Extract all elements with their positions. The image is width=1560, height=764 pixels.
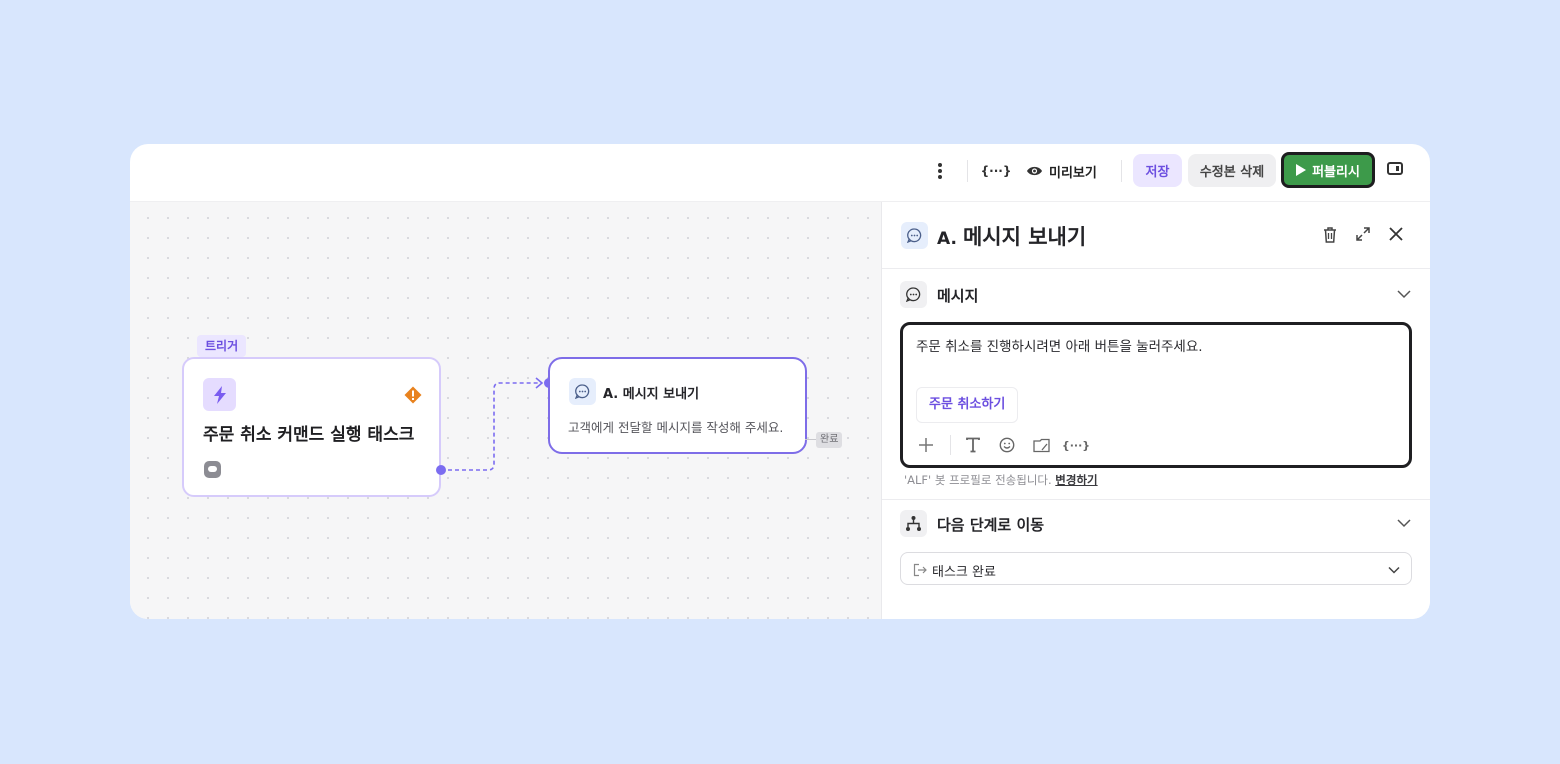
toolbar-divider [967,160,968,182]
message-text[interactable]: 주문 취소를 진행하시려면 아래 버튼을 눌러주세요. [916,335,1203,355]
message-icon [900,281,927,308]
editor-toolbar: {···} [916,435,1101,455]
workflow-editor-window: {···} 미리보기 저장 수정본 삭제 퍼블리시 트리거 주문 취소 커맨드 … [130,144,1430,619]
message-section-header[interactable]: 메시지 [900,281,1412,308]
message-section-label: 메시지 [937,287,979,305]
preview-button[interactable]: 미리보기 [1026,158,1097,184]
next-step-section-header[interactable]: 다음 단계로 이동 [900,510,1412,537]
message-icon [901,222,928,249]
panel-title: A. 메시지 보내기 [937,221,1086,251]
next-step-select[interactable]: 태스크 완료 [900,552,1412,585]
next-step-value: 태스크 완료 [932,565,996,580]
bot-profile-note: 'ALF' 봇 프로필로 전송됩니다. 변경하기 [904,472,1098,488]
bot-profile-note-text: 'ALF' 봇 프로필로 전송됩니다. [904,473,1052,487]
message-node[interactable]: A. 메시지 보내기 고객에게 전달할 메시지를 작성해 주세요. [548,357,807,454]
add-icon[interactable] [916,435,936,455]
trash-icon[interactable] [1322,226,1340,244]
done-tag: 완료 [816,432,843,448]
eye-icon [1027,166,1042,176]
message-editor[interactable]: 주문 취소를 진행하시려면 아래 버튼을 눌러주세요. 주문 취소하기 {···… [900,322,1412,468]
section-divider [882,499,1430,500]
cancel-order-button[interactable]: 주문 취소하기 [916,387,1019,423]
toolbar-divider [950,435,951,455]
trigger-output-port[interactable] [436,465,446,475]
play-icon [1296,164,1307,176]
panel-title-text: 메시지 보내기 [962,225,1087,249]
branch-icon [900,510,927,537]
flow-canvas[interactable]: 트리거 주문 취소 커맨드 실행 태스크 A. 메시지 보내기 고객에게 전달할… [130,202,881,619]
top-toolbar: {···} 미리보기 저장 수정본 삭제 퍼블리시 [130,144,1430,202]
toolbar-divider [1121,160,1122,182]
variables-button[interactable]: {···} [981,159,1012,183]
chevron-down-icon[interactable] [1396,515,1412,531]
expand-icon[interactable] [1355,226,1373,244]
change-profile-link[interactable]: 변경하기 [1055,473,1097,487]
preview-label: 미리보기 [1049,165,1097,181]
side-panel: A. 메시지 보내기 메시지 주문 취소를 진행하시려면 아래 버튼을 눌러주세요… [881,202,1430,619]
delete-revision-button[interactable]: 수정본 삭제 [1188,154,1276,187]
publish-button[interactable]: 퍼블리시 [1281,152,1375,188]
panel-title-prefix: A. [937,229,957,249]
close-icon[interactable] [1388,226,1406,244]
next-step-section-label: 다음 단계로 이동 [937,516,1045,534]
emoji-icon[interactable] [997,435,1017,455]
exit-icon [913,562,927,577]
save-button[interactable]: 저장 [1133,154,1182,187]
variables-icon[interactable]: {···} [1062,435,1090,455]
side-panel-toggle-icon[interactable] [1387,162,1403,175]
message-icon [569,378,596,405]
message-node-desc: 고객에게 전달할 메시지를 작성해 주세요. [568,420,784,435]
attachment-icon[interactable] [1031,435,1051,455]
text-format-icon[interactable] [963,435,983,455]
publish-label: 퍼블리시 [1312,164,1360,180]
message-node-title: A. 메시지 보내기 [603,387,700,402]
side-panel-header: A. 메시지 보내기 [882,202,1430,269]
more-menu-icon[interactable] [930,159,950,183]
chevron-down-icon[interactable] [1396,286,1412,302]
chevron-down-icon [1387,562,1401,576]
